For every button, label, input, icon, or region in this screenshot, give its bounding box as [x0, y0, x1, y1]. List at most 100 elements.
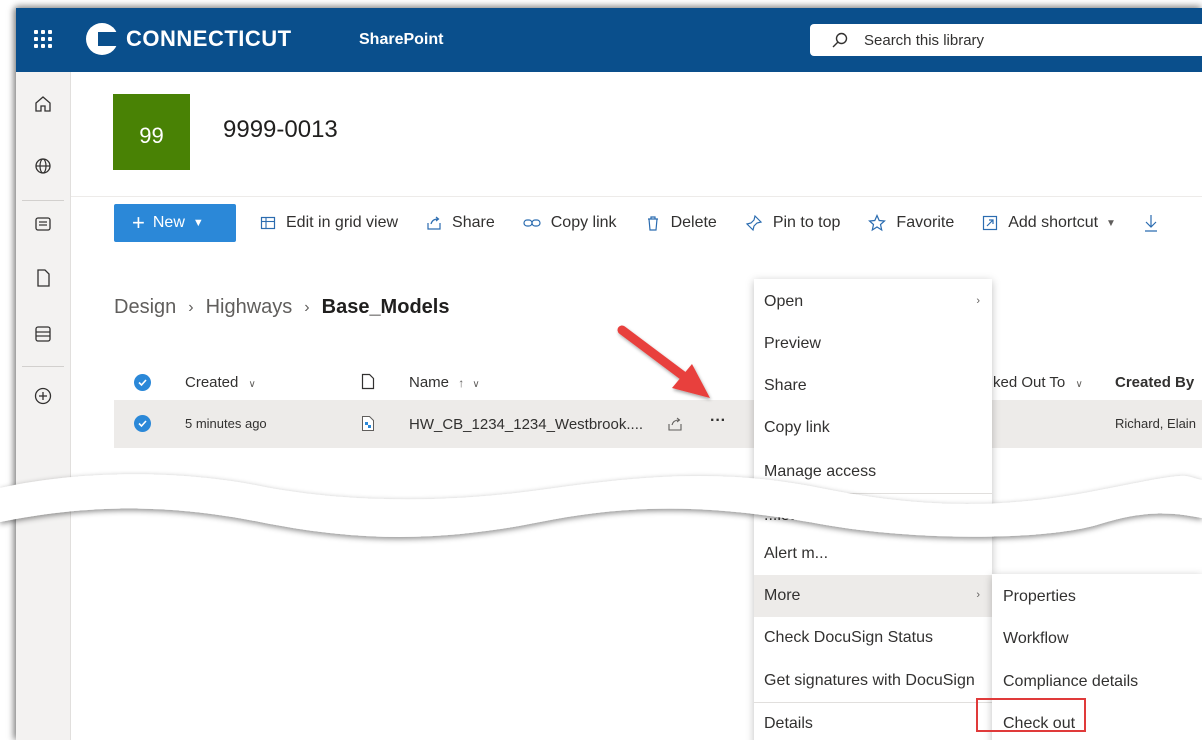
- annotation-arrow: [617, 325, 710, 398]
- column-created-by-label: Created By: [1115, 374, 1195, 391]
- grid-icon: [260, 216, 276, 230]
- column-checked-out-to[interactable]: ked Out To ∨: [993, 374, 1083, 391]
- menu-item-label: More: [764, 587, 801, 604]
- breadcrumb-item-design[interactable]: Design: [114, 296, 176, 319]
- column-created-label: Created: [185, 374, 239, 391]
- checkmark-icon: [138, 420, 147, 428]
- share-icon: [427, 216, 441, 230]
- edit-grid-view-button[interactable]: Edit in grid view: [260, 214, 398, 232]
- new-label: New: [152, 214, 185, 231]
- delete-button[interactable]: Delete: [645, 214, 717, 232]
- share-button[interactable]: Share: [426, 214, 495, 232]
- share-icon[interactable]: [667, 416, 683, 432]
- shortcut-icon: [983, 215, 998, 231]
- org-logo[interactable]: CONNECTICUT: [86, 22, 292, 56]
- add-shortcut-button[interactable]: Add shortcut ▼: [982, 214, 1116, 232]
- chevron-down-icon: ▼: [1106, 217, 1116, 229]
- link-icon: [523, 219, 541, 227]
- menu-item-label: Check DocuSign Status: [764, 629, 933, 646]
- chevron-down-icon: ∨: [472, 379, 480, 390]
- share-label: Share: [452, 214, 495, 231]
- submenu-item-label: Compliance details: [1003, 673, 1139, 690]
- submenu-item-workflow[interactable]: Workflow: [992, 618, 1202, 660]
- org-logo-icon: [86, 23, 118, 55]
- row-created-by: Richard, Elain: [1115, 416, 1196, 431]
- chevron-right-icon: ›: [976, 295, 980, 307]
- favorite-button[interactable]: Favorite: [868, 214, 954, 232]
- rail-divider: [22, 200, 64, 201]
- delete-label: Delete: [670, 214, 717, 231]
- breadcrumb-item-current: Base_Models: [321, 296, 450, 318]
- org-name: CONNECTICUT: [126, 26, 292, 51]
- chevron-right-icon: ›: [188, 298, 194, 316]
- suite-bar: CONNECTICUT SharePoint Search this libra…: [16, 8, 1202, 72]
- row-checkbox[interactable]: [134, 415, 151, 432]
- menu-item-details[interactable]: Details: [754, 703, 992, 740]
- page-break-wave: [0, 474, 1202, 537]
- chevron-right-icon: ›: [976, 589, 980, 601]
- add-shortcut-label: Add shortcut: [1008, 214, 1099, 231]
- breadcrumb-item-highways[interactable]: Highways: [206, 296, 293, 319]
- site-title[interactable]: 9999-0013: [223, 116, 338, 144]
- menu-item-label: Details: [764, 715, 813, 732]
- row-created: 5 minutes ago: [185, 416, 267, 431]
- rail-divider: [22, 366, 64, 367]
- chevron-down-icon: ∨: [1075, 379, 1083, 390]
- model-file-icon: [362, 416, 374, 431]
- menu-item-label: Share: [764, 377, 807, 394]
- site-logo[interactable]: 99: [113, 94, 190, 170]
- list-icon[interactable]: [33, 324, 53, 344]
- menu-item-check-docusign-status[interactable]: Check DocuSign Status: [754, 617, 992, 659]
- download-button[interactable]: [1144, 214, 1168, 232]
- edit-grid-view-label: Edit in grid view: [286, 214, 399, 231]
- column-name[interactable]: Name ↑ ∨: [409, 374, 480, 391]
- chevron-down-icon: ∨: [248, 379, 256, 390]
- submenu-item-label: Workflow: [1003, 630, 1069, 647]
- select-all-checkbox[interactable]: [134, 374, 151, 391]
- left-app-bar: [16, 72, 71, 740]
- menu-item-preview[interactable]: Preview: [754, 323, 992, 365]
- file-type-icon[interactable]: [361, 373, 375, 390]
- search-input[interactable]: Search this library: [864, 32, 984, 49]
- menu-item-more[interactable]: More ›: [754, 575, 992, 617]
- new-button[interactable]: + New ▼: [114, 204, 236, 242]
- app-name-link[interactable]: SharePoint: [359, 31, 443, 49]
- menu-item-get-signatures[interactable]: Get signatures with DocuSign: [754, 660, 992, 702]
- column-created[interactable]: Created ∨: [185, 374, 256, 391]
- column-created-by[interactable]: Created By: [1115, 374, 1194, 391]
- sort-ascending-icon: ↑: [458, 376, 465, 390]
- header-divider: [71, 196, 1202, 197]
- copy-link-label: Copy link: [550, 214, 617, 231]
- menu-item-share[interactable]: Share: [754, 365, 992, 407]
- submenu-item-properties[interactable]: Properties: [992, 576, 1202, 618]
- plus-icon: +: [132, 210, 145, 235]
- search-box[interactable]: Search this library: [810, 24, 1202, 56]
- chevron-right-icon: ›: [304, 298, 310, 316]
- pin-to-top-label: Pin to top: [772, 214, 841, 231]
- copy-link-button[interactable]: Copy link: [523, 214, 617, 232]
- submenu-item-compliance-details[interactable]: Compliance details: [992, 661, 1202, 703]
- download-icon: [1144, 215, 1157, 232]
- favorite-label: Favorite: [896, 214, 955, 231]
- globe-icon[interactable]: [33, 156, 53, 176]
- file-icon[interactable]: [33, 268, 53, 288]
- app-launcher-icon[interactable]: [34, 30, 52, 48]
- news-icon[interactable]: [33, 214, 53, 234]
- menu-item-label: Preview: [764, 335, 821, 352]
- submenu-item-label: Properties: [1003, 588, 1076, 605]
- home-icon[interactable]: [33, 94, 53, 114]
- row-file-name[interactable]: HW_CB_1234_1234_Westbrook....: [409, 416, 643, 433]
- menu-item-open[interactable]: Open ›: [754, 281, 992, 323]
- star-icon: [868, 214, 887, 232]
- search-icon: [832, 32, 848, 48]
- menu-item-label: Copy link: [764, 419, 830, 436]
- pin-icon: [745, 214, 762, 232]
- create-icon[interactable]: [33, 386, 53, 406]
- site-logo-text: 99: [139, 123, 164, 148]
- column-checked-out-to-label: ked Out To: [993, 374, 1066, 391]
- menu-item-copy-link[interactable]: Copy link: [754, 407, 992, 449]
- menu-item-label: Get signatures with DocuSign: [764, 672, 975, 689]
- pin-to-top-button[interactable]: Pin to top: [745, 214, 841, 232]
- chevron-down-icon: ▼: [192, 217, 204, 229]
- column-name-label: Name: [409, 374, 450, 391]
